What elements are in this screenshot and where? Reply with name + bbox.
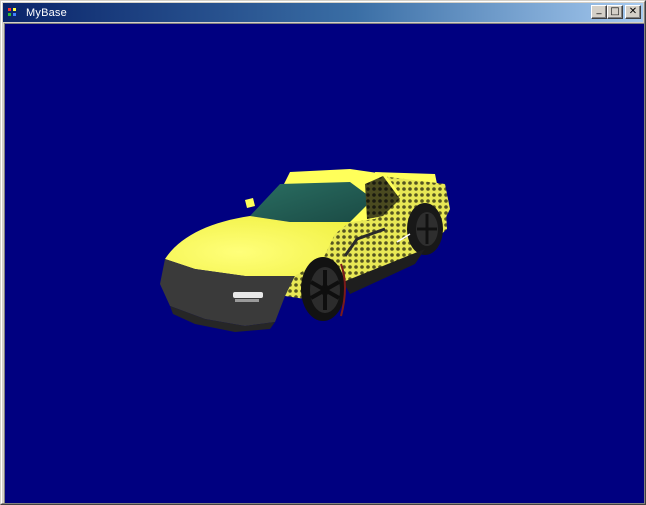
scene-canvas	[5, 24, 644, 503]
minimize-icon: _	[596, 4, 602, 15]
render-viewport[interactable]	[4, 23, 644, 503]
close-icon: ✕	[628, 6, 638, 17]
directx-app-icon[interactable]	[6, 5, 22, 21]
rear-wheel	[407, 203, 443, 255]
title-bar[interactable]: MyBase _ □ ✕	[3, 3, 643, 22]
maximize-icon: □	[610, 6, 620, 17]
front-wheel	[301, 257, 346, 321]
app-window: MyBase _ □ ✕	[0, 0, 646, 505]
car-headlight	[233, 292, 263, 298]
window-title: MyBase	[26, 6, 67, 19]
minimize-button[interactable]: _	[591, 5, 607, 19]
close-button[interactable]: ✕	[625, 5, 641, 19]
window-controls: _ □ ✕	[591, 5, 641, 19]
maximize-button[interactable]: □	[607, 5, 623, 19]
